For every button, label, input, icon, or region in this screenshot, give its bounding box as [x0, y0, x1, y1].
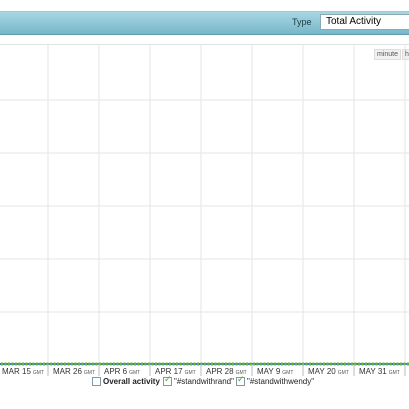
legend-label-overall: Overall activity	[103, 377, 160, 386]
activity-chart: MAR 15 GMT MAR 26 GMT APR 6 GMT APR 17 GMT APR 2…	[0, 45, 409, 376]
x-tick-label: APR 28	[206, 367, 234, 376]
overall-activity-checkbox[interactable]	[92, 377, 101, 386]
chart-toolbar: Type Total Activity	[0, 11, 409, 35]
standwithwendy-checkbox[interactable]	[236, 374, 245, 386]
x-tick-unit: GMT	[33, 370, 44, 376]
legend-item-standwithrand[interactable]: "#standwithrand"	[163, 374, 234, 386]
x-tick-unit: GMT	[185, 370, 196, 376]
legend-item-standwithwendy[interactable]: "#standwithwendy"	[236, 374, 315, 386]
x-tick-unit: GMT	[389, 370, 400, 376]
chart-legend: Overall activity "#standwithrand" "#stan…	[0, 374, 409, 391]
type-label: Type	[292, 17, 312, 27]
x-tick-unit: GMT	[338, 370, 349, 376]
x-tick-label: MAY 31	[359, 367, 387, 376]
x-tick-label: APR 6	[104, 367, 128, 376]
x-tick-label: MAR 26	[53, 367, 82, 376]
type-select[interactable]: Total Activity	[320, 14, 409, 30]
x-tick-label: MAY 9	[257, 367, 281, 376]
standwithrand-checkbox[interactable]	[163, 374, 172, 386]
x-tick-unit: GMT	[129, 370, 140, 376]
x-tick-unit: GMT	[282, 370, 293, 376]
x-tick-label: MAY 20	[308, 367, 336, 376]
legend-item-overall[interactable]: Overall activity	[92, 377, 160, 386]
x-tick-label: MAR 15	[2, 367, 31, 376]
legend-label-standwithwendy: "#standwithwendy"	[247, 377, 315, 386]
legend-label-standwithrand: "#standwithrand"	[174, 377, 234, 386]
x-tick-unit: GMT	[84, 370, 95, 376]
chart-area: minute h MAR 15 GMT MAR 26 GMT APR 6 GMT APR 1…	[0, 44, 409, 376]
